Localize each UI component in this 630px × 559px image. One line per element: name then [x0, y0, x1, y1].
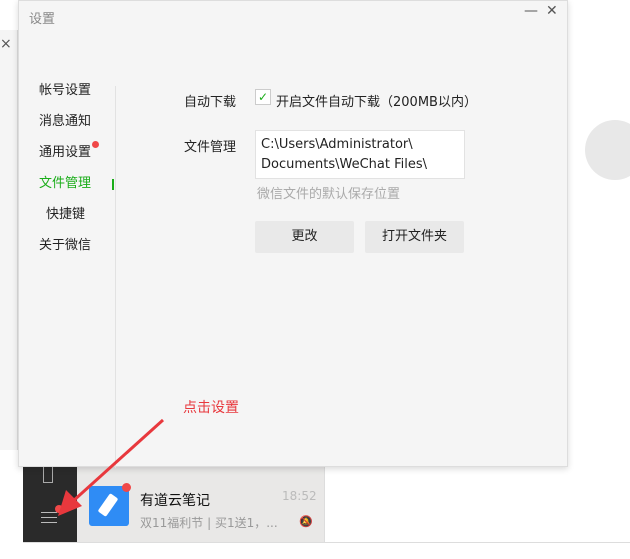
annotation-arrow: [58, 418, 165, 516]
